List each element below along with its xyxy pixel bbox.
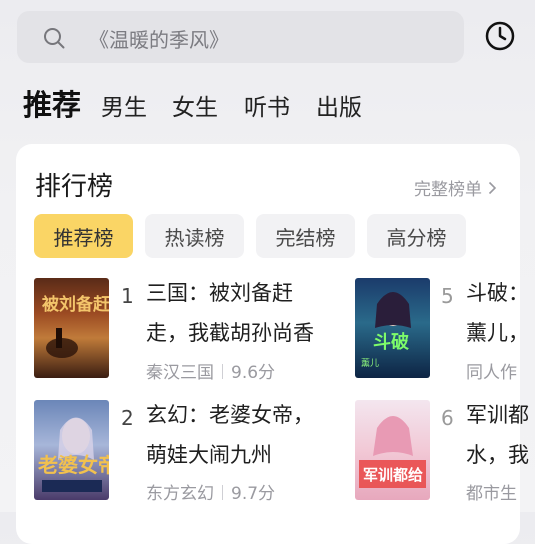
- book-rank: 2: [121, 406, 134, 430]
- full-ranking-link[interactable]: 完整榜单: [414, 175, 497, 200]
- book-cover: 被刘备赶走: [34, 278, 109, 378]
- search-bar[interactable]: 《温暖的季风》: [17, 11, 464, 63]
- svg-text:老婆女帝: 老婆女帝: [38, 453, 109, 477]
- book-rank: 1: [121, 284, 134, 308]
- book-title-line1: 玄幻：老婆女帝，: [146, 403, 314, 427]
- book-title-line1: 三国：被刘备赶: [146, 281, 293, 305]
- book-title-line2: 薰儿，: [466, 321, 529, 345]
- book-genre: 秦汉三国: [146, 363, 214, 383]
- book-title-line2: 水，我: [466, 443, 529, 467]
- book-title-line2: 萌娃大闹九州: [146, 443, 272, 467]
- svg-text:被刘备赶走: 被刘备赶走: [42, 294, 109, 315]
- tab-publish[interactable]: 出版: [316, 88, 362, 122]
- book-cover: 老婆女帝: [34, 400, 109, 500]
- tab-recommend[interactable]: 推荐: [23, 82, 81, 124]
- ranking-title: 排行榜: [35, 172, 114, 202]
- book-title-line2: 走，我截胡孙尚香: [146, 321, 314, 345]
- book-rank: 5: [441, 284, 454, 308]
- book-genre: 都市生: [466, 484, 517, 504]
- book-title-line1: 军训都: [466, 403, 529, 427]
- tab-recommend-list[interactable]: 推荐榜: [34, 214, 133, 258]
- tab-audiobook[interactable]: 听书: [244, 88, 290, 122]
- search-icon: [44, 28, 65, 49]
- clock-icon[interactable]: [484, 20, 516, 52]
- chevron-right-icon: [488, 181, 497, 194]
- book-title-line1: 斗破：: [466, 281, 529, 305]
- book-score: 9.6分: [231, 363, 276, 383]
- full-ranking-label: 完整榜单: [414, 180, 482, 200]
- svg-text:军训都给: 军训都给: [363, 466, 423, 484]
- svg-text:薰儿: 薰儿: [361, 357, 379, 369]
- book-meta: 东方玄幻 9.7分: [146, 479, 275, 504]
- tab-completed-list[interactable]: 完结榜: [256, 214, 355, 258]
- book-cover: 军训都给: [355, 400, 430, 500]
- svg-text:斗破: 斗破: [373, 331, 409, 353]
- search-placeholder: 《温暖的季风》: [89, 28, 229, 52]
- book-genre: 同人作: [466, 363, 517, 383]
- tab-male[interactable]: 男生: [101, 88, 147, 122]
- tab-female[interactable]: 女生: [172, 88, 218, 122]
- book-cover: 斗破 薰儿: [355, 278, 430, 378]
- book-genre: 东方玄幻: [146, 484, 214, 504]
- book-score: 9.7分: [231, 484, 276, 504]
- ranking-card: 排行榜 完整榜单 推荐榜 热读榜 完结榜 高分榜 被刘备赶走 1 三国：被刘备赶…: [16, 144, 529, 544]
- book-meta: 秦汉三国 9.6分: [146, 358, 275, 383]
- tab-hot-list[interactable]: 热读榜: [145, 214, 244, 258]
- book-rank: 6: [441, 406, 454, 430]
- tab-top-rated-list[interactable]: 高分榜: [367, 214, 466, 258]
